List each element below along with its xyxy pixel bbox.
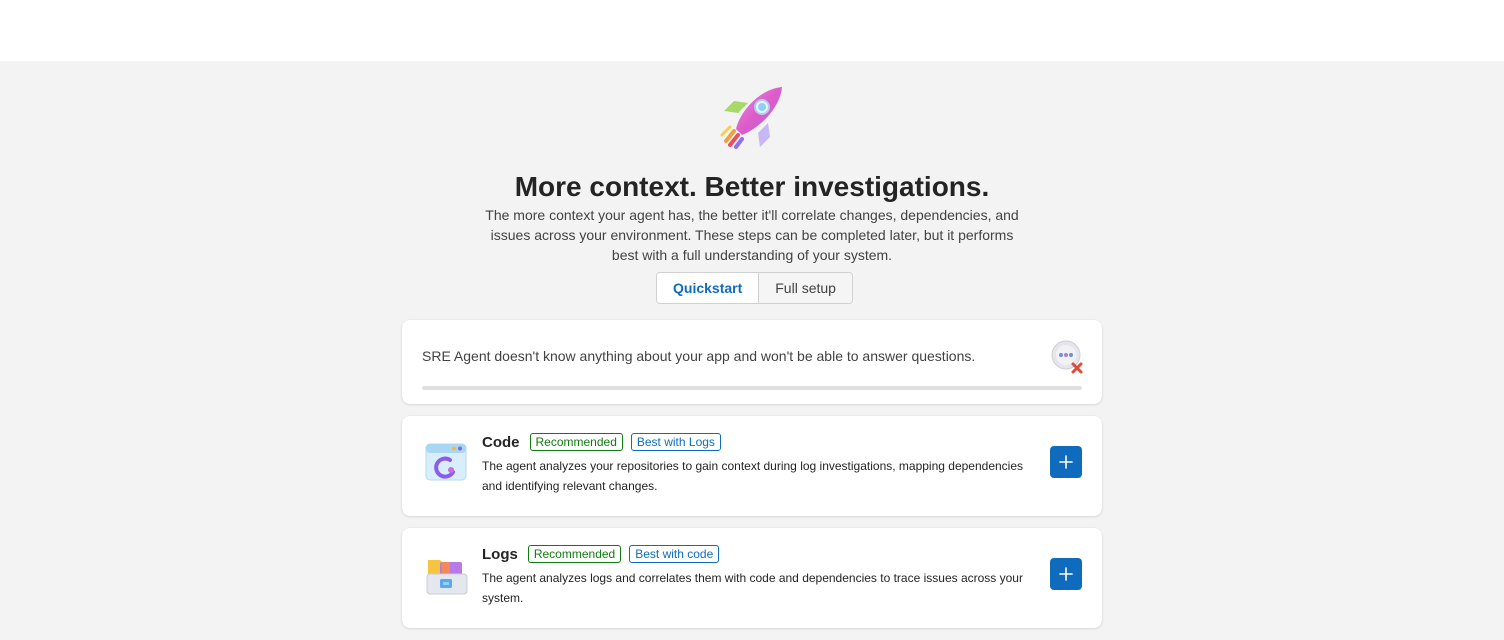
onboarding-page: More context. Better investigations. The… (0, 61, 1504, 640)
logs-source-card: Logs Recommended Best with code The agen… (402, 528, 1102, 628)
logs-card-header: Logs Recommended Best with code (482, 545, 720, 563)
code-source-card: Code Recommended Best with Logs The agen… (402, 416, 1102, 516)
best-with-badge: Best with code (629, 545, 720, 563)
add-code-button[interactable] (1050, 446, 1082, 478)
recommended-badge: Recommended (527, 545, 622, 563)
code-window-icon (425, 443, 467, 481)
logs-card-title: Logs (482, 545, 518, 563)
logs-card-description: The agent analyzes logs and correlates t… (482, 571, 1023, 605)
code-card-title: Code (482, 433, 520, 451)
page-description: The more context your agent has, the bet… (485, 207, 1019, 263)
setup-mode-switch: Quickstart Full setup (656, 272, 853, 304)
quickstart-tab[interactable]: Quickstart (657, 273, 760, 303)
code-card-description: The agent analyzes your repositories to … (482, 459, 1024, 493)
status-message: SRE Agent doesn't know anything about yo… (422, 348, 976, 364)
page-title: More context. Better investigations. (514, 171, 990, 202)
add-logs-button[interactable] (1050, 558, 1082, 590)
best-with-badge: Best with Logs (630, 433, 721, 451)
full-setup-tab[interactable]: Full setup (759, 273, 852, 303)
logs-folder-icon (426, 560, 468, 595)
status-card: SRE Agent doesn't know anything about yo… (402, 320, 1102, 404)
setup-progress-bar (422, 386, 1082, 390)
plus-icon (1059, 455, 1073, 469)
top-bar (0, 0, 1504, 61)
code-card-header: Code Recommended Best with Logs (482, 433, 721, 451)
chat-error-icon (1051, 340, 1083, 374)
rocket-icon (720, 87, 782, 149)
plus-icon (1059, 567, 1073, 581)
recommended-badge: Recommended (529, 433, 623, 451)
